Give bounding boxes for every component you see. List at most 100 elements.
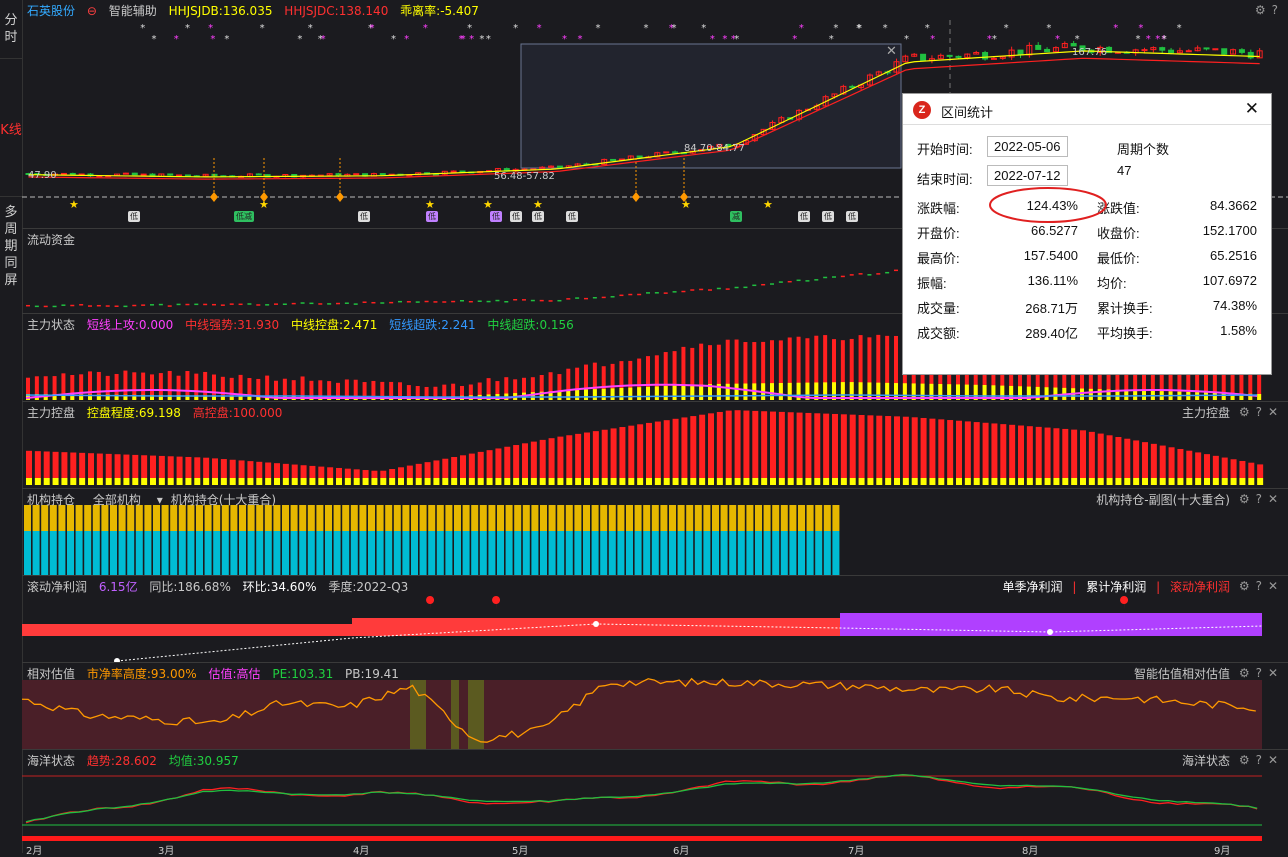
control-bar — [1177, 448, 1184, 478]
signal-badge[interactable]: 低 — [532, 211, 544, 222]
kline-panel-controls[interactable]: ⚙? — [1255, 3, 1284, 17]
inst-bar-cyan — [135, 531, 143, 575]
control-panel-controls[interactable]: ⚙?✕ — [1239, 405, 1284, 419]
signal-badge[interactable]: 低 — [510, 211, 522, 222]
inst-dropdown-icon[interactable]: ▾ — [157, 493, 163, 507]
inst-bar-cyan — [368, 531, 375, 575]
control-bar — [114, 454, 121, 478]
selection-close-icon[interactable]: ✕ — [886, 44, 897, 59]
signal-star: * — [1046, 23, 1051, 34]
nav-kline[interactable]: K线 — [0, 122, 22, 139]
inst-bar-gold — [170, 505, 178, 531]
signal-badge[interactable]: 低 — [566, 211, 578, 222]
control-bar — [194, 457, 201, 478]
control-bar — [973, 422, 980, 478]
control-bar — [442, 458, 449, 478]
control-base — [468, 478, 475, 485]
control-bar — [1168, 447, 1175, 478]
inst-header: 机构持仓 全部机构 ▾ 机构持仓(十大重合) — [27, 491, 284, 508]
profit-panel-controls[interactable]: ⚙?✕ — [1239, 579, 1284, 593]
control-bar — [1142, 442, 1148, 478]
assist-dropdown-icon[interactable]: ⊖ — [87, 4, 97, 18]
inst-bar-cyan — [772, 531, 780, 575]
start-date-input[interactable]: 2022-05-06 — [987, 136, 1068, 157]
tab-rolling-profit[interactable]: 滚动净利润 — [1170, 580, 1230, 594]
inst-bar-gold — [505, 505, 513, 531]
inst-bar-cyan — [273, 531, 281, 575]
stat-label: 成交量: — [917, 301, 960, 316]
control-bar — [282, 463, 289, 478]
nav-multi-period[interactable]: 多周期同屏 — [0, 204, 22, 289]
inst-bar-gold — [694, 505, 702, 531]
assist-label[interactable]: 智能辅助 — [109, 4, 157, 18]
inst-bar-gold — [583, 505, 590, 531]
valuation-panel-controls[interactable]: ⚙?✕ — [1239, 666, 1284, 680]
inst-bar-cyan — [282, 531, 289, 575]
control-base — [300, 478, 307, 485]
signal-badge[interactable]: 低减 — [234, 211, 254, 222]
control-base — [486, 478, 493, 485]
control-base — [1248, 478, 1255, 485]
signal-badge[interactable]: 低 — [128, 211, 140, 222]
control-base — [734, 478, 741, 485]
profit-yoy: 同比:186.68% — [149, 580, 231, 594]
control-bar — [1009, 424, 1016, 478]
signal-badge[interactable]: 低 — [798, 211, 810, 222]
inst-bar-cyan — [488, 531, 496, 575]
control-base — [176, 478, 183, 485]
signal-badge[interactable]: 低 — [846, 211, 858, 222]
ocean-panel-controls[interactable]: ⚙?✕ — [1239, 753, 1284, 767]
inst-bar-cyan — [531, 531, 539, 575]
control-bar — [1195, 452, 1202, 478]
control-base — [1124, 478, 1131, 485]
interval-stats-dialog: Z 区间统计 ✕ 开始时间: 2022-05-06 周期个数 47 结束时间: … — [902, 93, 1272, 375]
tab-cumulative-profit[interactable]: 累计净利润 — [1086, 580, 1146, 594]
signal-star: * — [260, 23, 265, 34]
signal-badge[interactable]: 低 — [822, 211, 834, 222]
control-base — [938, 478, 945, 485]
control-bar — [167, 456, 174, 478]
control-base — [1115, 478, 1122, 485]
inst-filter[interactable]: 全部机构 — [93, 493, 141, 507]
inst-bar-gold — [204, 505, 212, 531]
inst-panel-controls[interactable]: ⚙?✕ — [1239, 492, 1284, 506]
nav-timeshare[interactable]: 分时 — [0, 12, 22, 46]
inst-bar-cyan — [660, 531, 668, 575]
inst-bar-gold — [522, 505, 530, 531]
inst-bar-cyan — [32, 531, 40, 575]
inst-dropdown[interactable]: 机构持仓(十大重合) — [171, 493, 276, 507]
inst-bar-gold — [479, 505, 487, 531]
control-base — [141, 478, 148, 485]
control-bar — [424, 462, 431, 478]
state-bar-yellow — [681, 385, 686, 400]
tab-quarterly-profit[interactable]: 单季净利润 — [1003, 580, 1063, 594]
signal-badge[interactable]: 低 — [426, 211, 438, 222]
candle-body — [1247, 51, 1254, 59]
state-bar-yellow — [725, 383, 730, 400]
control-base — [982, 478, 989, 485]
control-bar — [1150, 443, 1157, 478]
inst-bar-gold — [393, 505, 401, 531]
close-icon[interactable]: ✕ — [1245, 99, 1259, 119]
control-base — [646, 478, 652, 485]
inst-bar-cyan — [445, 531, 453, 575]
inst-bar-cyan — [359, 531, 367, 575]
ocean-mean-line — [25, 774, 1258, 823]
signal-badge[interactable]: 低 — [358, 211, 370, 222]
stock-name[interactable]: 石英股份 — [27, 4, 75, 18]
signal-badge[interactable]: 低 — [490, 211, 502, 222]
control-bar — [229, 459, 236, 478]
control-bar — [309, 465, 316, 478]
control-base — [584, 478, 590, 485]
inst-bar-gold — [41, 505, 49, 531]
control-bar — [575, 433, 582, 478]
stat-label: 累计换手: — [1097, 301, 1153, 316]
control-base — [167, 478, 174, 485]
inst-bar-gold — [92, 505, 100, 531]
signal-star: * — [308, 23, 313, 34]
dialog-title: 区间统计 — [941, 105, 994, 120]
signal-star: * — [318, 34, 323, 45]
inst-bar-gold — [454, 505, 461, 531]
inst-bar-cyan — [608, 531, 616, 575]
signal-badge[interactable]: 减 — [730, 211, 742, 222]
